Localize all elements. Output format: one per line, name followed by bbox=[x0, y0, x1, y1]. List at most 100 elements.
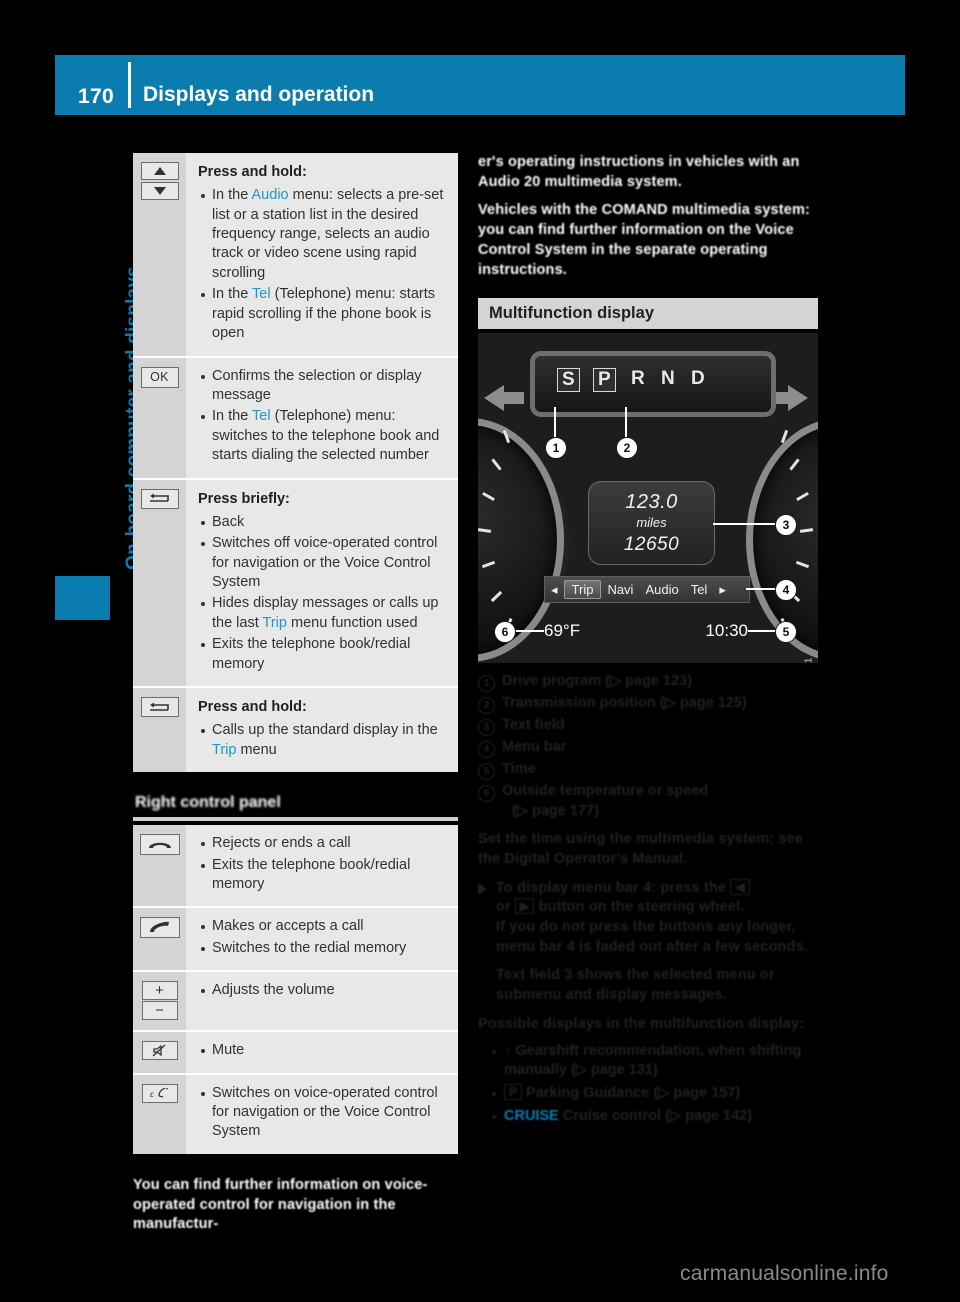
table-text-cell: Rejects or ends a call Exits the telepho… bbox=[186, 825, 458, 907]
table-text-cell: Switches on voice-operated control for n… bbox=[186, 1074, 458, 1154]
row-bullet-list: In the Audio menu: selects a pre-set lis… bbox=[198, 186, 448, 343]
table-icon-cell: 𝜀 bbox=[133, 1074, 186, 1154]
list-item: Rejects or ends a call bbox=[198, 834, 448, 853]
legend-text: Outside temperature or speed bbox=[502, 783, 709, 800]
list-item: Switches off voice-operated control for … bbox=[198, 534, 448, 592]
keyword-trip: Trip bbox=[262, 614, 287, 631]
gear-position-d: D bbox=[691, 368, 705, 390]
legend-number: 3 bbox=[478, 716, 502, 737]
row-bullet-list: Rejects or ends a call Exits the telepho… bbox=[198, 834, 448, 894]
legend-text-group: Outside temperature or speed (▷ page 177… bbox=[502, 782, 708, 821]
list-item: Exits the telephone book/redial memory bbox=[198, 635, 448, 674]
instruction-line-2: or ▶ button on the steering wheel. bbox=[496, 898, 745, 916]
bullet-text: Gearshift recommendation, when shifting … bbox=[504, 1042, 802, 1079]
bullet-text: Parking Guidance (▷ page 157) bbox=[526, 1085, 741, 1102]
table-row: 𝜀 Switches on voice-operated control for… bbox=[133, 1074, 458, 1154]
section-heading-right-control-panel: Right control panel bbox=[133, 794, 458, 822]
table-row: Press and hold: In the Audio menu: selec… bbox=[133, 153, 458, 358]
callout-leader-6 bbox=[514, 630, 544, 632]
table-text-cell: Press and hold: In the Audio menu: selec… bbox=[186, 153, 458, 356]
paragraph-set-time: Set the time using the multimedia system… bbox=[478, 831, 804, 867]
table-row: Mute bbox=[133, 1032, 458, 1075]
page-number: 170 bbox=[78, 85, 114, 108]
steering-wheel-right-button-icon: ▶ bbox=[515, 898, 535, 915]
menu-item-trip[interactable]: Trip bbox=[563, 580, 602, 600]
list-item: In the Audio menu: selects a pre-set lis… bbox=[198, 186, 448, 283]
right-control-panel-table: Rejects or ends a call Exits the telepho… bbox=[133, 825, 458, 1154]
mute-icon bbox=[141, 1041, 178, 1061]
manual-page: 170 Displays and operation On-board comp… bbox=[0, 0, 960, 1302]
menu-item-audio[interactable]: Audio bbox=[639, 582, 684, 597]
subsection-heading-multifunction-display: Multifunction display bbox=[478, 298, 818, 330]
ok-button-icon: OK bbox=[140, 366, 179, 388]
menu-scroll-right-icon[interactable]: ▸ bbox=[713, 582, 732, 598]
table-text-cell: Adjusts the volume bbox=[186, 972, 458, 1031]
gearshift-arrow-icon: ↑ bbox=[504, 1042, 512, 1059]
table-icon-cell bbox=[133, 153, 186, 356]
row-bullet-list: Makes or accepts a call Switches to the … bbox=[198, 917, 448, 958]
list-item: Exits the telephone book/redial memory bbox=[198, 856, 448, 895]
list-item: 1 Drive program (▷ page 123) bbox=[478, 672, 818, 693]
legend-text-continued: (▷ page 177) bbox=[512, 802, 599, 819]
list-item: 5 Time bbox=[478, 760, 818, 781]
header-divider bbox=[128, 62, 131, 108]
list-item: 2 Transmission position (▷ page 125) bbox=[478, 694, 818, 715]
arrow-down-icon bbox=[140, 182, 179, 200]
left-closing-paragraph: You can find further information on voic… bbox=[133, 1176, 428, 1233]
list-item: ↑ Gearshift recommendation, when shiftin… bbox=[492, 1042, 818, 1081]
left-column: Press and hold: In the Audio menu: selec… bbox=[133, 153, 458, 1235]
table-icon-cell bbox=[133, 688, 186, 773]
menu-bar[interactable]: ◂ Trip Navi Audio Tel ▸ bbox=[544, 576, 750, 604]
menu-item-tel[interactable]: Tel bbox=[685, 582, 714, 597]
table-text-cell: Press and hold: Calls up the standard di… bbox=[186, 688, 458, 773]
list-item: CRUISE Cruise control (▷ page 142) bbox=[492, 1107, 818, 1127]
row-bullet-list: Calls up the standard display in the Tri… bbox=[198, 721, 448, 760]
page-title: Displays and operation bbox=[143, 83, 375, 106]
steering-wheel-left-button-icon: ◀ bbox=[730, 878, 750, 895]
legend-number: 1 bbox=[478, 672, 502, 693]
right-dial-ticks bbox=[768, 429, 818, 639]
table-icon-cell bbox=[133, 825, 186, 907]
right-indicator-arrow-icon bbox=[768, 385, 808, 412]
voice-control-icon: 𝜀 bbox=[141, 1083, 178, 1103]
table-icon-cell: OK bbox=[133, 357, 186, 478]
list-item: 3 Text field bbox=[478, 716, 818, 737]
volume-up-icon: + bbox=[141, 981, 178, 1001]
list-item: Adjusts the volume bbox=[198, 981, 448, 1000]
menu-item-navi[interactable]: Navi bbox=[601, 582, 639, 597]
menu-scroll-left-icon[interactable]: ◂ bbox=[545, 582, 564, 598]
row-heading: Press briefly: bbox=[198, 490, 290, 507]
voice-control-glyph: 𝜀 bbox=[150, 1087, 168, 1099]
right-column: er's operating instructions in vehicles … bbox=[478, 153, 818, 1130]
legend-number: 6 bbox=[478, 782, 502, 803]
table-row: Rejects or ends a call Exits the telepho… bbox=[133, 825, 458, 909]
gear-position-n: N bbox=[661, 368, 675, 390]
chapter-side-tab-marker bbox=[55, 576, 110, 620]
row-bullet-list: Confirms the selection or display messag… bbox=[198, 367, 448, 466]
row-bullet-list: Switches on voice-operated control for n… bbox=[198, 1084, 448, 1142]
bullet-text: Cruise control (▷ page 142) bbox=[562, 1107, 753, 1124]
back-glyph bbox=[149, 702, 169, 711]
table-row: Press briefly: Back Switches off voice-o… bbox=[133, 479, 458, 689]
list-item: Switches on voice-operated control for n… bbox=[198, 1084, 448, 1142]
status-row: 69°F 10:30 bbox=[544, 621, 748, 641]
list-item: 6 Outside temperature or speed (▷ page 1… bbox=[478, 782, 818, 821]
list-item: P Parking Guidance (▷ page 157) bbox=[492, 1084, 818, 1104]
left-indicator-arrow-icon bbox=[484, 385, 524, 412]
back-glyph bbox=[149, 493, 169, 502]
instruction-display-menu-bar: To display menu bar 4: press the ◀ or ▶ … bbox=[478, 878, 818, 958]
volume-down-icon: − bbox=[141, 1001, 178, 1021]
row-bullet-list: Back Switches off voice-operated control… bbox=[198, 513, 448, 674]
table-text-cell: Confirms the selection or display messag… bbox=[186, 357, 458, 478]
cruise-label-icon: CRUISE bbox=[504, 1107, 559, 1124]
instruction-line-1: To display menu bar 4: press the ◀ bbox=[496, 878, 818, 899]
table-row: + − Adjusts the volume bbox=[133, 972, 458, 1033]
list-item: In the Tel (Telephone) menu: starts rapi… bbox=[198, 285, 448, 343]
gear-position-p: P bbox=[593, 368, 616, 393]
callout-leader-1 bbox=[554, 407, 556, 438]
illustration-legend: 1 Drive program (▷ page 123) 2 Transmiss… bbox=[478, 672, 818, 821]
paragraph-text-field: Text field 3 shows the selected menu or … bbox=[496, 967, 775, 1004]
steering-wheel-controls-table: Press and hold: In the Audio menu: selec… bbox=[133, 153, 458, 773]
legend-number: 5 bbox=[478, 760, 502, 781]
parking-p-icon: P bbox=[504, 1084, 523, 1101]
